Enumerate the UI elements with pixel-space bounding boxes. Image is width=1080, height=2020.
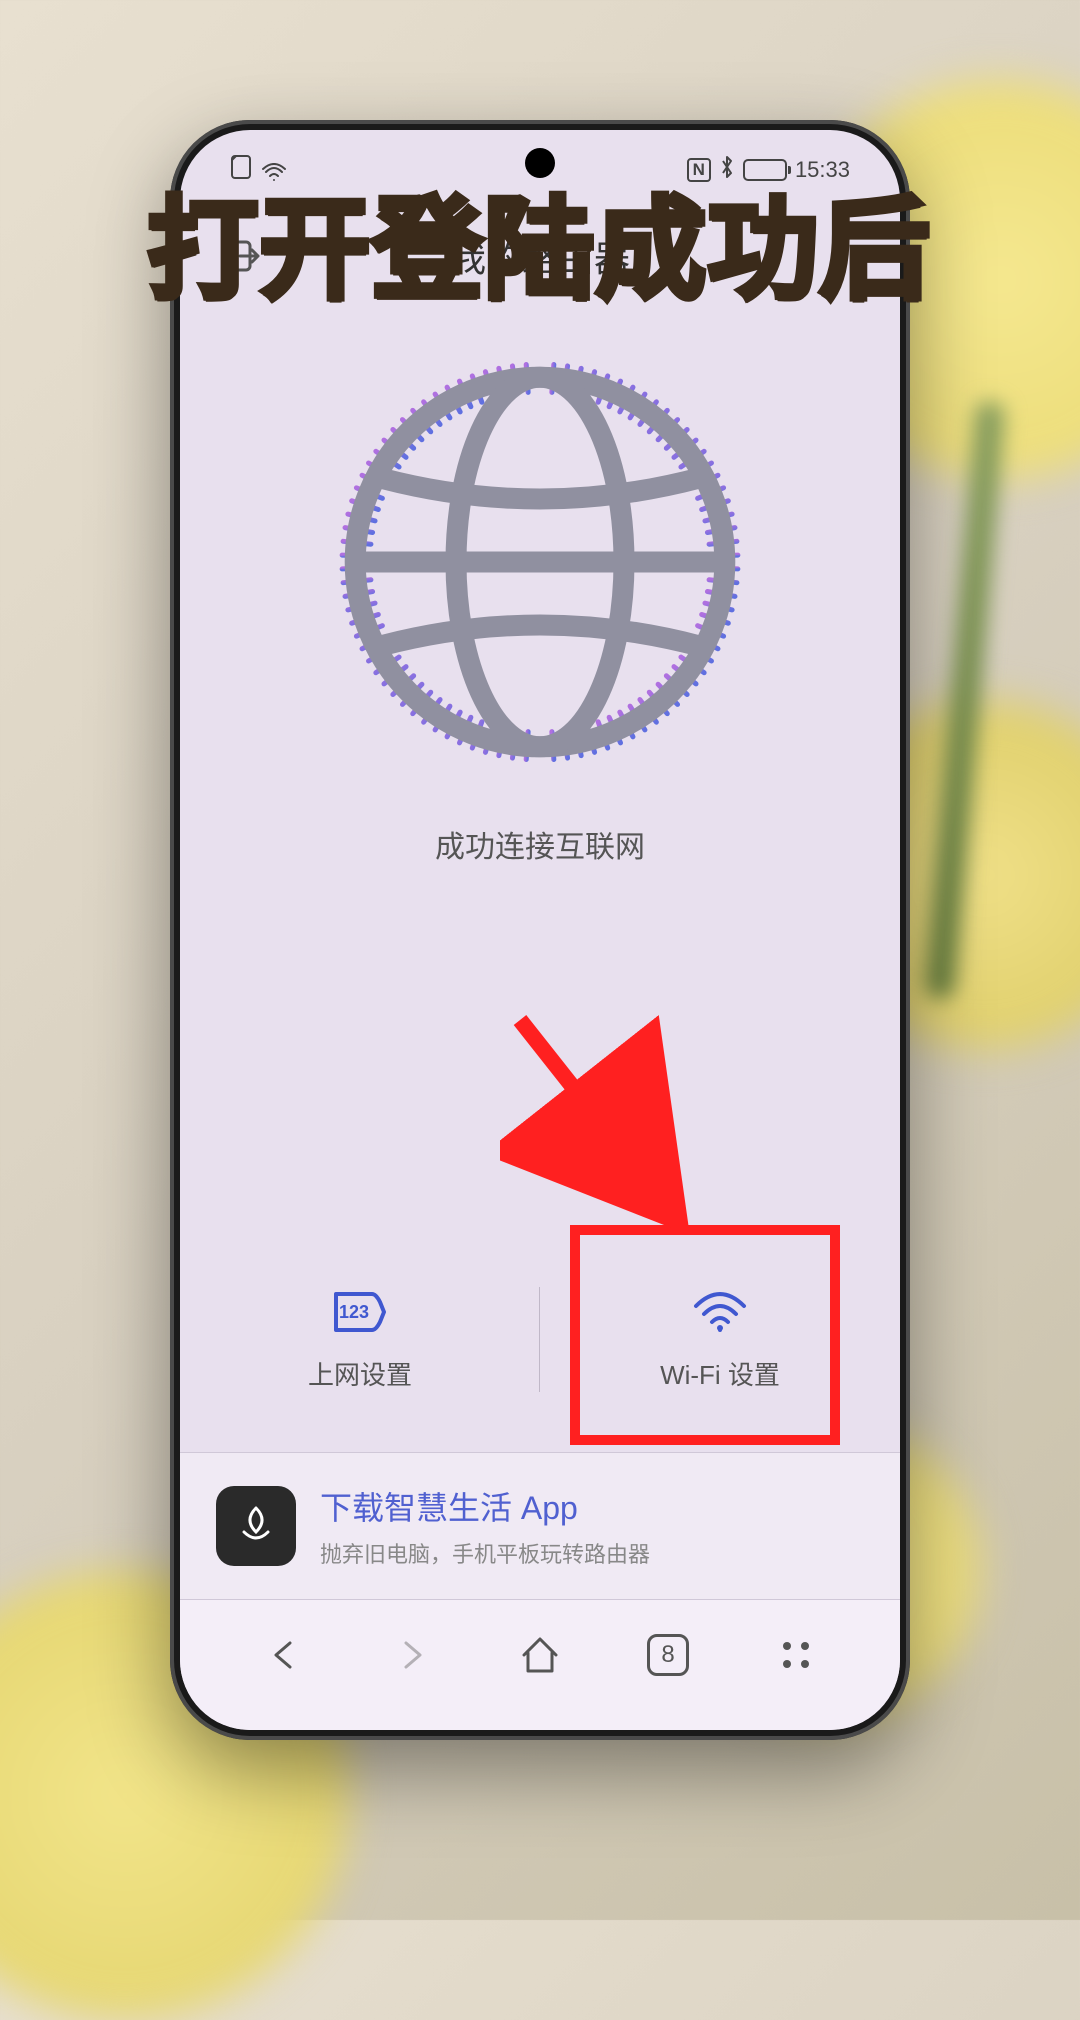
home-button[interactable] [515, 1630, 565, 1680]
app-icon [216, 1486, 296, 1566]
promo-subtitle: 抛弃旧电脑，手机平板玩转路由器 [320, 1537, 650, 1569]
connection-ring [330, 352, 750, 772]
back-button[interactable] [259, 1630, 309, 1680]
annotation-highlight-box [570, 1225, 840, 1445]
phone-screen: N 15:33 我的路由器 [180, 130, 900, 1730]
svg-text:123: 123 [339, 1302, 369, 1322]
browser-navigation: 8 [180, 1599, 900, 1730]
tab-count: 8 [647, 1634, 689, 1676]
annotation-arrow [500, 1000, 720, 1250]
phone-frame: N 15:33 我的路由器 [170, 120, 910, 1740]
internet-settings-button[interactable]: 123 上网设置 [180, 1257, 540, 1422]
internet-settings-icon: 123 [332, 1287, 388, 1337]
forward-button[interactable] [387, 1630, 437, 1680]
tabs-button[interactable]: 8 [643, 1630, 693, 1680]
app-download-banner[interactable]: 下载智慧生活 App 抛弃旧电脑，手机平板玩转路由器 [180, 1452, 900, 1599]
promo-text: 下载智慧生活 App 抛弃旧电脑，手机平板玩转路由器 [320, 1483, 650, 1569]
connection-status-text: 成功连接互联网 [435, 822, 645, 866]
main-content: 成功连接互联网 123 上网设置 Wi-Fi 设置 [180, 312, 900, 1452]
menu-button[interactable] [771, 1630, 821, 1680]
promo-title: 下载智慧生活 App [320, 1483, 650, 1529]
video-caption: 打开登陆成功后 [148, 160, 932, 320]
internet-settings-label: 上网设置 [308, 1355, 412, 1392]
